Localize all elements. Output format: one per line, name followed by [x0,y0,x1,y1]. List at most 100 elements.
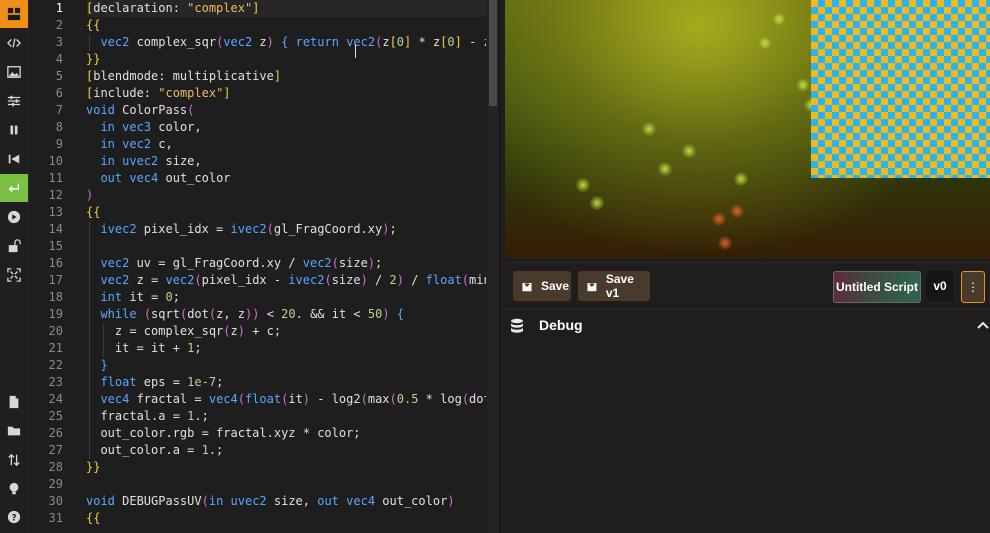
code-line[interactable]: void ColorPass( [86,102,194,119]
code-line[interactable]: ivec2 pixel_idx = ivec2(gl_FragCoord.xy)… [86,221,396,238]
sliders-button[interactable] [0,87,28,115]
line-number: 31 [48,511,63,525]
fractal-blob [589,196,605,210]
code-line[interactable]: [include: "complex"] [86,85,231,102]
code-area[interactable]: [declaration: "complex"]{{ vec2 complex_… [86,0,486,533]
line-number: 14 [48,222,63,236]
line-number: 4 [55,52,63,66]
line-number: 29 [48,477,63,491]
code-line[interactable]: {{ [86,204,100,221]
text-cursor [355,44,356,58]
line-number: 16 [48,256,63,270]
image-icon [7,66,21,78]
line-number: 5 [55,69,63,83]
hint-button[interactable] [0,475,28,503]
fractal-blob [771,12,787,26]
fractal-blob [575,178,591,192]
checkerboard-texture [811,0,990,178]
save-button[interactable]: Save [513,271,571,301]
code-line[interactable]: vec2 complex_sqr(vec2 z) { return vec2(z… [86,34,486,51]
skip-back-icon [8,154,20,164]
indent-guide [89,221,90,459]
version-badge[interactable]: v0 [926,271,954,301]
code-line[interactable]: vec2 z = vec2(pixel_idx - ivec2(size) / … [86,272,486,289]
layout-icon [7,7,21,21]
fractal-blob [657,162,673,176]
code-line[interactable]: vec4 fractal = vec4(float(it) - log2(max… [86,391,486,408]
code-line[interactable]: in vec2 c, [86,136,172,153]
unlock-button[interactable] [0,232,28,260]
line-number: 17 [48,273,63,287]
fullscreen-button[interactable] [0,261,28,289]
pause-button[interactable] [0,116,28,144]
debug-section-header[interactable]: Debug [505,312,990,340]
editor-scrollbar-thumb[interactable] [489,0,497,106]
pause-icon [10,125,18,135]
code-line[interactable]: {{ [86,17,100,34]
code-button[interactable] [0,29,28,57]
enter-icon [8,183,20,192]
line-number: 19 [48,307,63,321]
fractal-blob [729,204,745,218]
shader-preview-canvas[interactable] [505,0,990,258]
fractal-blob [795,78,811,92]
line-number: 2 [55,18,63,32]
code-line[interactable]: }} [86,51,100,68]
image-button[interactable] [0,58,28,86]
code-line[interactable]: in vec3 color, [86,119,201,136]
script-toolbar: Save Save v1 Untitled Script v0 ⋮ [505,262,990,310]
save-version-icon [587,280,597,292]
code-line[interactable]: {{ [86,510,100,527]
new-file-icon [9,395,19,409]
code-line[interactable]: z = complex_sqr(z) + c; [86,323,281,340]
new-file-button[interactable] [0,388,28,416]
line-number: 24 [48,392,63,406]
enter-button[interactable] [0,174,28,202]
code-line[interactable]: ) [86,187,93,204]
code-line[interactable]: out vec4 out_color [86,170,230,187]
code-line[interactable]: out_color.a = 1.; [86,442,223,459]
play-button[interactable] [0,203,28,231]
play-icon [7,210,21,224]
line-number: 28 [48,460,63,474]
indent-guide [103,323,105,357]
sort-button[interactable] [0,446,28,474]
restart-button[interactable] [0,145,28,173]
code-editor[interactable]: 1 2 3 4 5 6 7 8 9 10 11 12 13 14 15 16 17 18 19 20 21 22 23 24 2… [29,0,499,533]
line-number: 11 [48,171,63,185]
database-icon [511,318,523,333]
folder-icon [7,426,21,436]
chevron-up-icon[interactable] [975,318,990,332]
fractal-blob [681,144,697,158]
code-line[interactable]: in uvec2 size, [86,153,201,170]
more-menu-button[interactable]: ⋮ [961,271,985,303]
code-line[interactable]: }} [86,459,100,476]
open-folder-button[interactable] [0,417,28,445]
layout-button[interactable] [0,0,28,28]
code-line[interactable]: float eps = 1e-7; [86,374,223,391]
unlock-icon [8,239,21,253]
code-line[interactable]: int it = 0; [86,289,180,306]
svg-text:?: ? [11,514,16,524]
line-number: 22 [48,358,63,372]
save-version-button[interactable]: Save v1 [578,271,650,301]
save-label: Save [541,279,570,293]
line-number: 13 [48,205,63,219]
code-line[interactable]: out_color.rgb = fractal.xyz * color; [86,425,360,442]
code-line[interactable]: while (sqrt(dot(z, z)) < 20. && it < 50)… [86,306,404,323]
line-number: 8 [55,120,63,134]
code-line[interactable]: fractal.a = 1.; [86,408,208,425]
help-button[interactable]: ? [0,503,28,531]
fractal-blob [757,36,773,50]
help-icon: ? [7,510,21,524]
line-number: 27 [48,443,63,457]
code-line[interactable]: void DEBUGPassUV(in uvec2 size, out vec4… [86,493,455,510]
code-line[interactable]: [blendmode: multiplicative] [86,68,281,85]
line-number: 1 [55,1,63,15]
fractal-blob [733,172,749,186]
code-line[interactable]: [declaration: "complex"] [86,0,259,17]
code-line[interactable]: vec2 uv = gl_FragCoord.xy / vec2(size); [86,255,382,272]
editor-scrollbar[interactable] [487,0,499,533]
line-number: 30 [48,494,63,508]
script-name-button[interactable]: Untitled Script [833,271,921,303]
